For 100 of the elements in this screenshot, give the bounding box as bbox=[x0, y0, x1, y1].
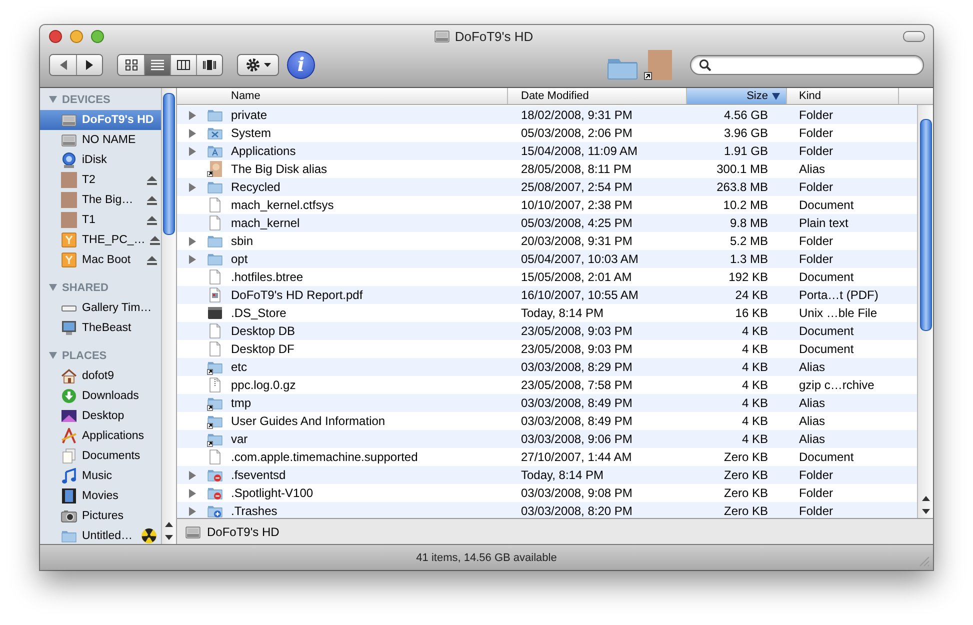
file-row[interactable]: private 18/02/2008, 9:31 PM 4.56 GB Folder bbox=[177, 106, 917, 124]
scroll-down-arrow-icon[interactable] bbox=[163, 533, 175, 542]
file-row[interactable]: mach_kernel.ctfsys 10/10/2007, 2:38 PM 10.2 MB Document bbox=[177, 196, 917, 214]
sidebar-item[interactable]: Mac Boot bbox=[40, 250, 161, 270]
cover-flow-view-button[interactable] bbox=[196, 55, 222, 75]
disclosure-triangle-icon[interactable] bbox=[188, 254, 196, 264]
column-view-button[interactable] bbox=[170, 55, 196, 75]
scroll-down-arrow-icon[interactable] bbox=[920, 507, 932, 516]
sidebar-item[interactable]: THE_PC_… bbox=[40, 230, 161, 250]
file-row[interactable]: sbin 20/03/2008, 9:31 PM 5.2 MB Folder bbox=[177, 232, 917, 250]
disclosure-triangle-icon[interactable] bbox=[188, 236, 196, 246]
file-row[interactable]: mach_kernel 05/03/2008, 4:25 PM 9.8 MB Plain text bbox=[177, 214, 917, 232]
folder-icon bbox=[207, 359, 223, 375]
folder-icon bbox=[207, 467, 223, 483]
forward-button[interactable] bbox=[76, 55, 102, 75]
sidebar-item[interactable]: Untitled… bbox=[40, 526, 161, 544]
action-menu-button[interactable] bbox=[237, 54, 279, 76]
caret-icon bbox=[264, 63, 271, 67]
file-row[interactable]: var 03/03/2008, 9:06 PM 4 KB Alias bbox=[177, 430, 917, 448]
disclosure-triangle-icon[interactable] bbox=[188, 182, 196, 192]
folder-icon bbox=[207, 251, 223, 267]
sidebar-item[interactable]: Applications bbox=[40, 426, 161, 446]
camera-icon bbox=[61, 508, 77, 524]
disclosure-triangle-icon[interactable] bbox=[49, 352, 57, 360]
sidebar-item[interactable]: dofot9 bbox=[40, 366, 161, 386]
path-item[interactable]: DoFoT9's HD bbox=[185, 524, 280, 540]
sidebar-item[interactable]: Pictures bbox=[40, 506, 161, 526]
disclosure-triangle-icon[interactable] bbox=[188, 110, 196, 120]
eject-icon[interactable] bbox=[147, 256, 157, 264]
disclosure-triangle-icon[interactable] bbox=[188, 146, 196, 156]
scroll-up-arrow-icon[interactable] bbox=[163, 520, 175, 529]
search-field[interactable] bbox=[690, 55, 924, 75]
file-row[interactable]: Recycled 25/08/2007, 2:54 PM 263.8 MB Folder bbox=[177, 178, 917, 196]
file-row[interactable]: tmp 03/03/2008, 8:49 PM 4 KB Alias bbox=[177, 394, 917, 412]
sidebar-item[interactable]: The Big… bbox=[40, 190, 161, 210]
file-row[interactable]: The Big Disk alias 28/05/2008, 8:11 PM 300.1 MB Alias bbox=[177, 160, 917, 178]
photo-thumbnail-icon bbox=[61, 212, 77, 228]
section-header: SHARED bbox=[62, 282, 108, 294]
file-row[interactable]: ppc.log.0.gz 23/05/2008, 7:58 PM 4 KB gzip c…rchive bbox=[177, 376, 917, 394]
file-row[interactable]: .Trashes 03/03/2008, 8:20 PM Zero KB Folder bbox=[177, 502, 917, 518]
view-switcher[interactable] bbox=[117, 54, 223, 76]
column-header[interactable]: Kind bbox=[787, 88, 899, 104]
photo-thumbnail-icon bbox=[61, 172, 77, 188]
external-drive-icon bbox=[61, 232, 77, 248]
scrollbar[interactable] bbox=[917, 105, 933, 518]
file-row[interactable]: .DS_Store Today, 8:14 PM 16 KB Unix …ble File bbox=[177, 304, 917, 322]
eject-icon[interactable] bbox=[150, 236, 160, 244]
list-view-button[interactable] bbox=[144, 55, 170, 75]
sidebar-item[interactable]: iDisk bbox=[40, 150, 161, 170]
sidebar-item[interactable]: Music bbox=[40, 466, 161, 486]
sidebar-item[interactable]: T1 bbox=[40, 210, 161, 230]
sidebar-item[interactable]: Movies bbox=[40, 486, 161, 506]
sidebar-item[interactable]: T2 bbox=[40, 170, 161, 190]
file-row[interactable]: User Guides And Information 03/03/2008, 8:49 PM 4 KB Alias bbox=[177, 412, 917, 430]
file-row[interactable]: Desktop DB 23/05/2008, 9:03 PM 4 KB Document bbox=[177, 322, 917, 340]
disclosure-triangle-icon[interactable] bbox=[49, 284, 57, 292]
file-row[interactable]: .com.apple.timemachine.supported 27/10/2007, 1:44 AM Zero KB Document bbox=[177, 448, 917, 466]
eject-icon[interactable] bbox=[147, 196, 157, 204]
sidebar-item[interactable]: Desktop bbox=[40, 406, 161, 426]
eject-icon[interactable] bbox=[147, 176, 157, 184]
sidebar-item[interactable]: Documents bbox=[40, 446, 161, 466]
photo-thumbnail-icon[interactable] bbox=[644, 50, 672, 80]
file-row[interactable]: etc 03/03/2008, 8:29 PM 4 KB Alias bbox=[177, 358, 917, 376]
scrollbar[interactable] bbox=[161, 88, 176, 544]
disclosure-triangle-icon[interactable] bbox=[188, 128, 196, 138]
column-header[interactable]: Name bbox=[177, 88, 508, 104]
disclosure-triangle-icon[interactable] bbox=[188, 470, 196, 480]
eject-icon[interactable] bbox=[147, 216, 157, 224]
column-header[interactable]: Size bbox=[687, 88, 787, 104]
navigation-control[interactable] bbox=[49, 54, 103, 76]
file-row[interactable]: .fseventsd Today, 8:14 PM Zero KB Folder bbox=[177, 466, 917, 484]
disclosure-triangle-icon[interactable] bbox=[49, 96, 57, 104]
desktop-icon bbox=[61, 408, 77, 424]
radiation-icon[interactable] bbox=[141, 528, 157, 544]
folder-icon bbox=[207, 233, 223, 249]
file-row[interactable]: .hotfiles.btree 15/05/2008, 2:01 AM 192 KB Document bbox=[177, 268, 917, 286]
file-row[interactable]: Applications 15/04/2008, 11:09 AM 1.91 GB Folder bbox=[177, 142, 917, 160]
sidebar-item[interactable]: NO NAME bbox=[40, 130, 161, 150]
disclosure-triangle-icon[interactable] bbox=[188, 488, 196, 498]
sidebar-item[interactable]: Downloads bbox=[40, 386, 161, 406]
sidebar-item[interactable]: DoFoT9's HD bbox=[40, 110, 161, 130]
folder-icon bbox=[207, 125, 223, 141]
back-button[interactable] bbox=[50, 55, 76, 75]
file-row[interactable]: System 05/03/2008, 2:06 PM 3.96 GB Folder bbox=[177, 124, 917, 142]
file-row[interactable]: Desktop DF 23/05/2008, 9:03 PM 4 KB Document bbox=[177, 340, 917, 358]
close-button[interactable] bbox=[49, 30, 62, 42]
file-row[interactable]: .Spotlight-V100 03/03/2008, 9:08 PM Zero KB Folder bbox=[177, 484, 917, 502]
zoom-button[interactable] bbox=[91, 30, 104, 42]
minimize-button[interactable] bbox=[70, 30, 83, 42]
resize-grip-icon[interactable] bbox=[918, 555, 930, 567]
disclosure-triangle-icon[interactable] bbox=[188, 506, 196, 516]
sidebar-item[interactable]: TheBeast bbox=[40, 318, 161, 338]
folder-icon bbox=[207, 179, 223, 195]
icon-view-button[interactable] bbox=[118, 55, 144, 75]
photo-thumbnail-icon bbox=[207, 161, 223, 177]
toolbar-toggle-button[interactable] bbox=[903, 30, 925, 42]
sidebar-item[interactable]: Gallery Tim… bbox=[40, 298, 161, 318]
file-row[interactable]: DoFoT9's HD Report.pdf 16/10/2007, 10:55 AM 24 KB Porta…t (PDF) bbox=[177, 286, 917, 304]
file-row[interactable]: opt 05/04/2007, 10:03 AM 1.3 MB Folder bbox=[177, 250, 917, 268]
scroll-up-arrow-icon[interactable] bbox=[920, 494, 932, 503]
